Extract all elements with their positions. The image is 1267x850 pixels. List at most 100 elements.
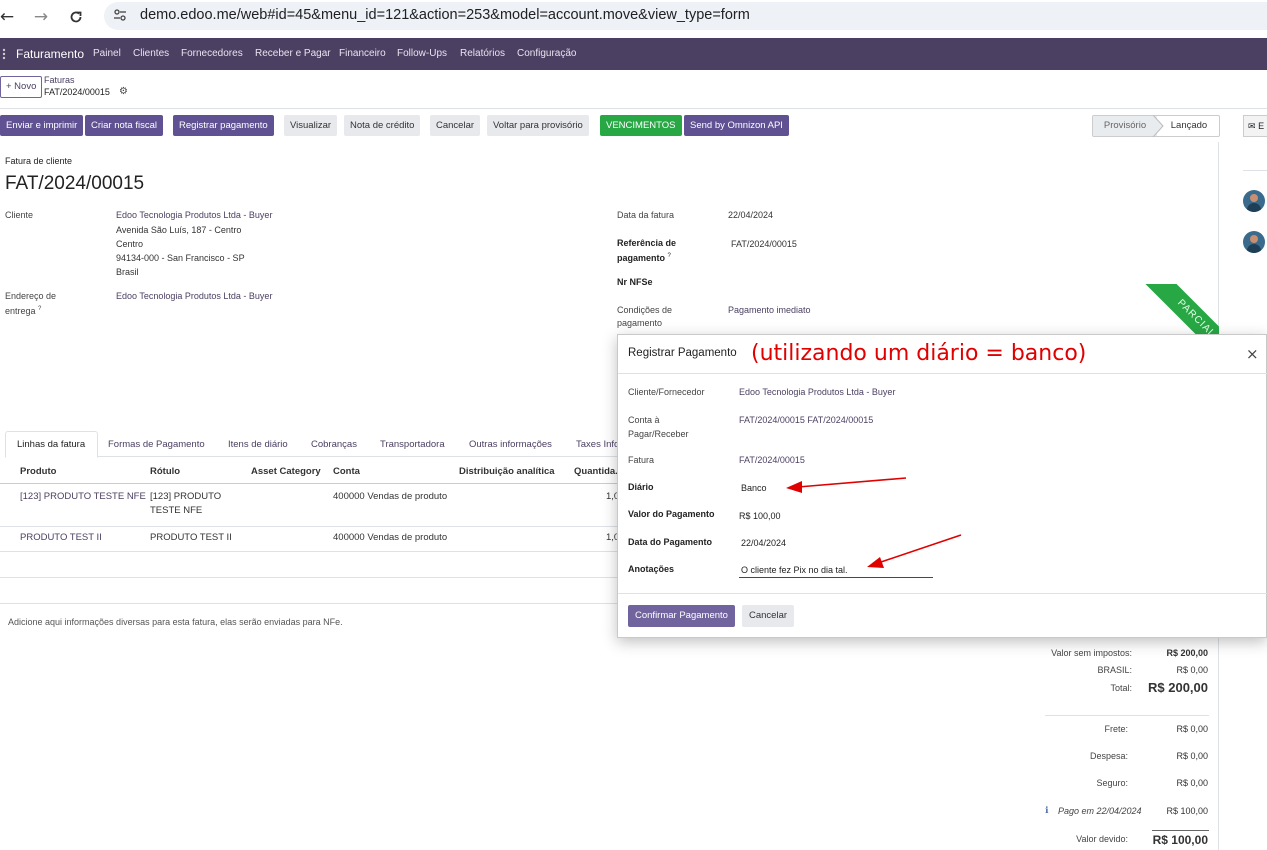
- avatar: [1243, 190, 1265, 212]
- create-nfe-button[interactable]: Criar nota fiscal: [85, 115, 163, 136]
- payment-terms-value[interactable]: Pagamento imediato: [728, 303, 811, 317]
- column-header[interactable]: Produto: [20, 466, 56, 477]
- menu-receber-pagar[interactable]: Receber e Pagar: [255, 48, 331, 59]
- invoice-number: FAT/2024/00015: [5, 173, 145, 194]
- app-name[interactable]: Faturamento: [16, 47, 84, 61]
- tab-invoice-lines[interactable]: Linhas da fatura: [17, 439, 85, 450]
- preview-button[interactable]: Visualizar: [284, 115, 338, 136]
- avatar: [1243, 231, 1265, 253]
- total-value: R$ 200,00: [1148, 680, 1208, 695]
- app-navbar: Faturamento Painel Clientes Fornecedores…: [0, 38, 1267, 70]
- label-cell[interactable]: [123] PRODUTO: [150, 490, 221, 504]
- site-settings-icon[interactable]: [113, 8, 127, 25]
- send-message-label: E: [1258, 121, 1265, 131]
- expense-value: R$ 0,00: [1176, 751, 1208, 761]
- nfse-label: Nr NFSe: [617, 277, 653, 287]
- browser-toolbar: ← → demo.edoo.me/web#id=45&menu_id=121&a…: [0, 0, 1267, 38]
- row-divider: [0, 603, 620, 604]
- menu-financeiro[interactable]: Financeiro: [339, 48, 386, 59]
- reload-icon[interactable]: [65, 6, 87, 28]
- delivery-label: Endereço de: [5, 291, 57, 301]
- column-header[interactable]: Rótulo: [150, 466, 180, 477]
- help-icon: ?: [38, 306, 42, 312]
- status-bar: Provisório Lançado: [1092, 115, 1220, 137]
- customer-address-line: 94134-000 - San Francisco - SP: [116, 253, 245, 263]
- freight-value: R$ 0,00: [1176, 724, 1208, 734]
- payment-terms-label: pagamento: [617, 318, 663, 328]
- column-header[interactable]: Conta: [333, 466, 360, 477]
- paid-value: R$ 100,00: [1166, 806, 1208, 816]
- amount-due-label: Valor devido:: [1076, 834, 1128, 844]
- invoice-date-label: Data da fatura: [617, 210, 675, 220]
- credit-note-button[interactable]: Nota de crédito: [344, 115, 421, 136]
- status-draft[interactable]: Provisório: [1093, 116, 1157, 136]
- untaxed-label: Valor sem impostos:: [1051, 648, 1132, 658]
- column-header[interactable]: Quantida...: [574, 466, 623, 477]
- register-payment-dialog: Registrar Pagamento (utilizando um diári…: [617, 334, 1267, 638]
- payment-ref-value[interactable]: FAT/2024/00015: [731, 237, 797, 251]
- invoice-date-value[interactable]: 22/04/2024: [728, 208, 773, 222]
- payment-terms-label: Condições de: [617, 305, 673, 315]
- status-posted[interactable]: Lançado: [1159, 116, 1219, 136]
- column-header[interactable]: Asset Category: [251, 466, 321, 477]
- row-divider: [0, 577, 620, 578]
- new-button[interactable]: + Novo: [0, 76, 43, 98]
- insurance-label: Seguro:: [1096, 778, 1128, 788]
- register-payment-button[interactable]: Registrar pagamento: [173, 115, 274, 136]
- cancel-invoice-button[interactable]: Cancelar: [430, 115, 481, 136]
- customer-link[interactable]: Edoo Tecnologia Produtos Ltda - Buyer: [116, 208, 272, 222]
- back-arrow-icon[interactable]: ←: [0, 6, 18, 28]
- menu-painel[interactable]: Painel: [93, 48, 121, 59]
- tab-journal-items[interactable]: Itens de diário: [228, 439, 288, 450]
- expense-label: Despesa:: [1089, 751, 1128, 761]
- product-cell[interactable]: PRODUTO TEST II: [20, 531, 102, 545]
- tab-other-info[interactable]: Outras informações: [469, 439, 552, 450]
- forward-arrow-icon[interactable]: →: [30, 6, 52, 28]
- apps-menu-icon[interactable]: [2, 48, 6, 63]
- chatter-divider: [1243, 170, 1267, 171]
- url-text[interactable]: demo.edoo.me/web#id=45&menu_id=121&actio…: [140, 7, 750, 23]
- tab-carrier[interactable]: Transportadora: [380, 439, 445, 450]
- totals-divider: [1045, 715, 1209, 716]
- payment-ref-label: pagamento ?: [617, 253, 671, 263]
- delivery-label: entrega ?: [5, 306, 42, 316]
- account-cell[interactable]: 400000 Vendas de produto: [333, 490, 447, 504]
- menu-follow-ups[interactable]: Follow-Ups: [397, 48, 447, 59]
- envelope-icon: ✉: [1248, 122, 1256, 132]
- send-print-button[interactable]: Enviar e imprimir: [0, 115, 84, 136]
- delivery-address-link[interactable]: Edoo Tecnologia Produtos Ltda - Buyer: [116, 289, 272, 303]
- divider: [0, 108, 1267, 109]
- tab-payment-methods[interactable]: Formas de Pagamento: [108, 439, 205, 450]
- breadcrumb-parent[interactable]: Faturas: [44, 75, 75, 85]
- notes-placeholder[interactable]: Adicione aqui informações diversas para …: [8, 617, 343, 627]
- menu-relatorios[interactable]: Relatórios: [460, 48, 505, 59]
- label-cell[interactable]: PRODUTO TEST II: [150, 531, 232, 545]
- due-dates-button[interactable]: VENCIMENTOS: [600, 115, 682, 136]
- menu-configuracao[interactable]: Configuração: [517, 48, 576, 59]
- annotation-arrows: [786, 477, 962, 568]
- breadcrumb-current: FAT/2024/00015: [44, 87, 110, 97]
- label-cell[interactable]: TESTE NFE: [150, 504, 202, 518]
- reset-draft-button[interactable]: Voltar para provisório: [487, 115, 589, 136]
- total-label: Total:: [1110, 683, 1132, 693]
- row-divider: [0, 526, 620, 527]
- notebook-tabs: Linhas da fatura Formas de Pagamento Ite…: [5, 431, 620, 458]
- send-message-button[interactable]: ✉ E: [1243, 115, 1267, 137]
- info-icon[interactable]: ℹ: [1045, 806, 1048, 816]
- customer-label: Cliente: [5, 210, 34, 220]
- product-cell[interactable]: [123] PRODUTO TESTE NFE: [20, 490, 146, 504]
- untaxed-value: R$ 200,00: [1166, 648, 1208, 658]
- row-divider: [0, 551, 620, 552]
- menu-clientes[interactable]: Clientes: [133, 48, 169, 59]
- insurance-value: R$ 0,00: [1176, 778, 1208, 788]
- customer-address-line: Centro: [116, 239, 144, 249]
- tab-charges[interactable]: Cobranças: [311, 439, 357, 450]
- account-cell[interactable]: 400000 Vendas de produto: [333, 531, 447, 545]
- menu-fornecedores[interactable]: Fornecedores: [181, 48, 243, 59]
- column-header[interactable]: Distribuição analítica: [459, 466, 555, 477]
- document-type: Fatura de cliente: [5, 156, 73, 166]
- freight-label: Frete:: [1104, 724, 1128, 734]
- tab-taxes-info[interactable]: Taxes Info: [576, 439, 619, 450]
- gear-icon[interactable]: ⚙: [119, 86, 128, 97]
- send-omnizon-button[interactable]: Send by Omnizon API: [684, 115, 789, 136]
